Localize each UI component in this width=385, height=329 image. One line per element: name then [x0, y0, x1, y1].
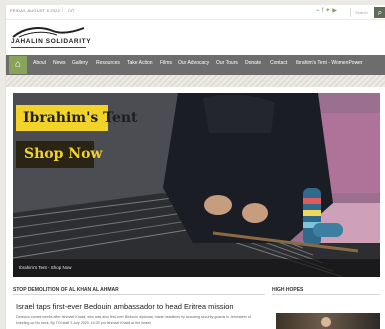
nav-item-ibrahims-tent[interactable]: Ibrahim's Tent - WomenPower — [296, 60, 363, 66]
current-date: FRIDAY, AUGUST 5 2022 — [10, 8, 60, 13]
nav-item-contact[interactable]: Contact — [270, 60, 287, 66]
hero-caption-bar: Ibrahim's Tent - Shop Now — [13, 259, 380, 277]
side-image-face — [321, 317, 331, 327]
site-logo[interactable]: JAHALIN SOLIDARITY — [11, 25, 91, 51]
nav-item-films[interactable]: Films — [160, 60, 172, 66]
youtube-icon[interactable]: ▶ — [332, 8, 337, 14]
story-excerpt: Decision comes weeks after Ishmael Khald… — [16, 315, 251, 325]
nav-item-our-tours[interactable]: Our Tours — [216, 60, 238, 66]
hero-slider[interactable]: Ibrahim's Tent Shop Now Ibrahim's Tent -… — [13, 93, 380, 277]
hero-caption[interactable]: Ibrahim's Tent - Shop Now — [19, 265, 72, 270]
facebook-icon[interactable]: f — [322, 8, 324, 14]
decorative-pattern — [6, 75, 385, 87]
story-title[interactable]: Israel taps first-ever Bedouin ambassado… — [16, 302, 266, 311]
nav-item-resources[interactable]: Resources — [96, 60, 120, 66]
search-button[interactable]: ⌕ — [374, 7, 385, 18]
section-heading-side[interactable]: HIGH HOPES — [272, 287, 380, 295]
top-link[interactable]: לנח — [68, 8, 74, 13]
logo-text: JAHALIN SOLIDARITY — [11, 38, 92, 45]
nav-item-donate[interactable]: Donate — [245, 60, 261, 66]
page: FRIDAY, AUGUST 5 2022 | לנח ⌁ f ✦ ▶ Search … — [5, 5, 385, 329]
social-icons: ⌁ f ✦ ▶ — [316, 7, 339, 14]
top-bar: FRIDAY, AUGUST 5 2022 | לנח ⌁ f ✦ ▶ Search … — [6, 5, 385, 20]
logo-underline — [11, 47, 86, 48]
nav-item-our-advocacy[interactable]: Our Advocacy — [178, 60, 209, 66]
nav-item-gallery[interactable]: Gallery — [72, 60, 88, 66]
rss-icon[interactable]: ⌁ — [316, 8, 320, 14]
nav-item-news[interactable]: News — [53, 60, 66, 66]
tent-logo-icon — [12, 27, 85, 38]
home-icon: ⌂ — [14, 59, 22, 70]
nav-item-about[interactable]: About — [33, 60, 46, 66]
search-input[interactable]: Search — [350, 8, 374, 17]
nav-item-take-action[interactable]: Take Action — [127, 60, 153, 66]
twitter-icon[interactable]: ✦ — [325, 8, 330, 14]
search-icon: ⌕ — [377, 8, 383, 17]
shop-now-button[interactable]: Shop Now — [16, 141, 102, 168]
section-heading-main[interactable]: STOP DEMOLITION OF AL KHAN AL AHMAR — [13, 287, 265, 295]
home-button[interactable]: ⌂ — [9, 56, 27, 74]
hero-title[interactable]: Ibrahim's Tent — [16, 105, 138, 131]
side-image[interactable] — [276, 313, 380, 329]
main-nav: ⌂ About News Gallery Resources Take Acti… — [6, 55, 385, 75]
date-separator: | — [62, 7, 64, 13]
